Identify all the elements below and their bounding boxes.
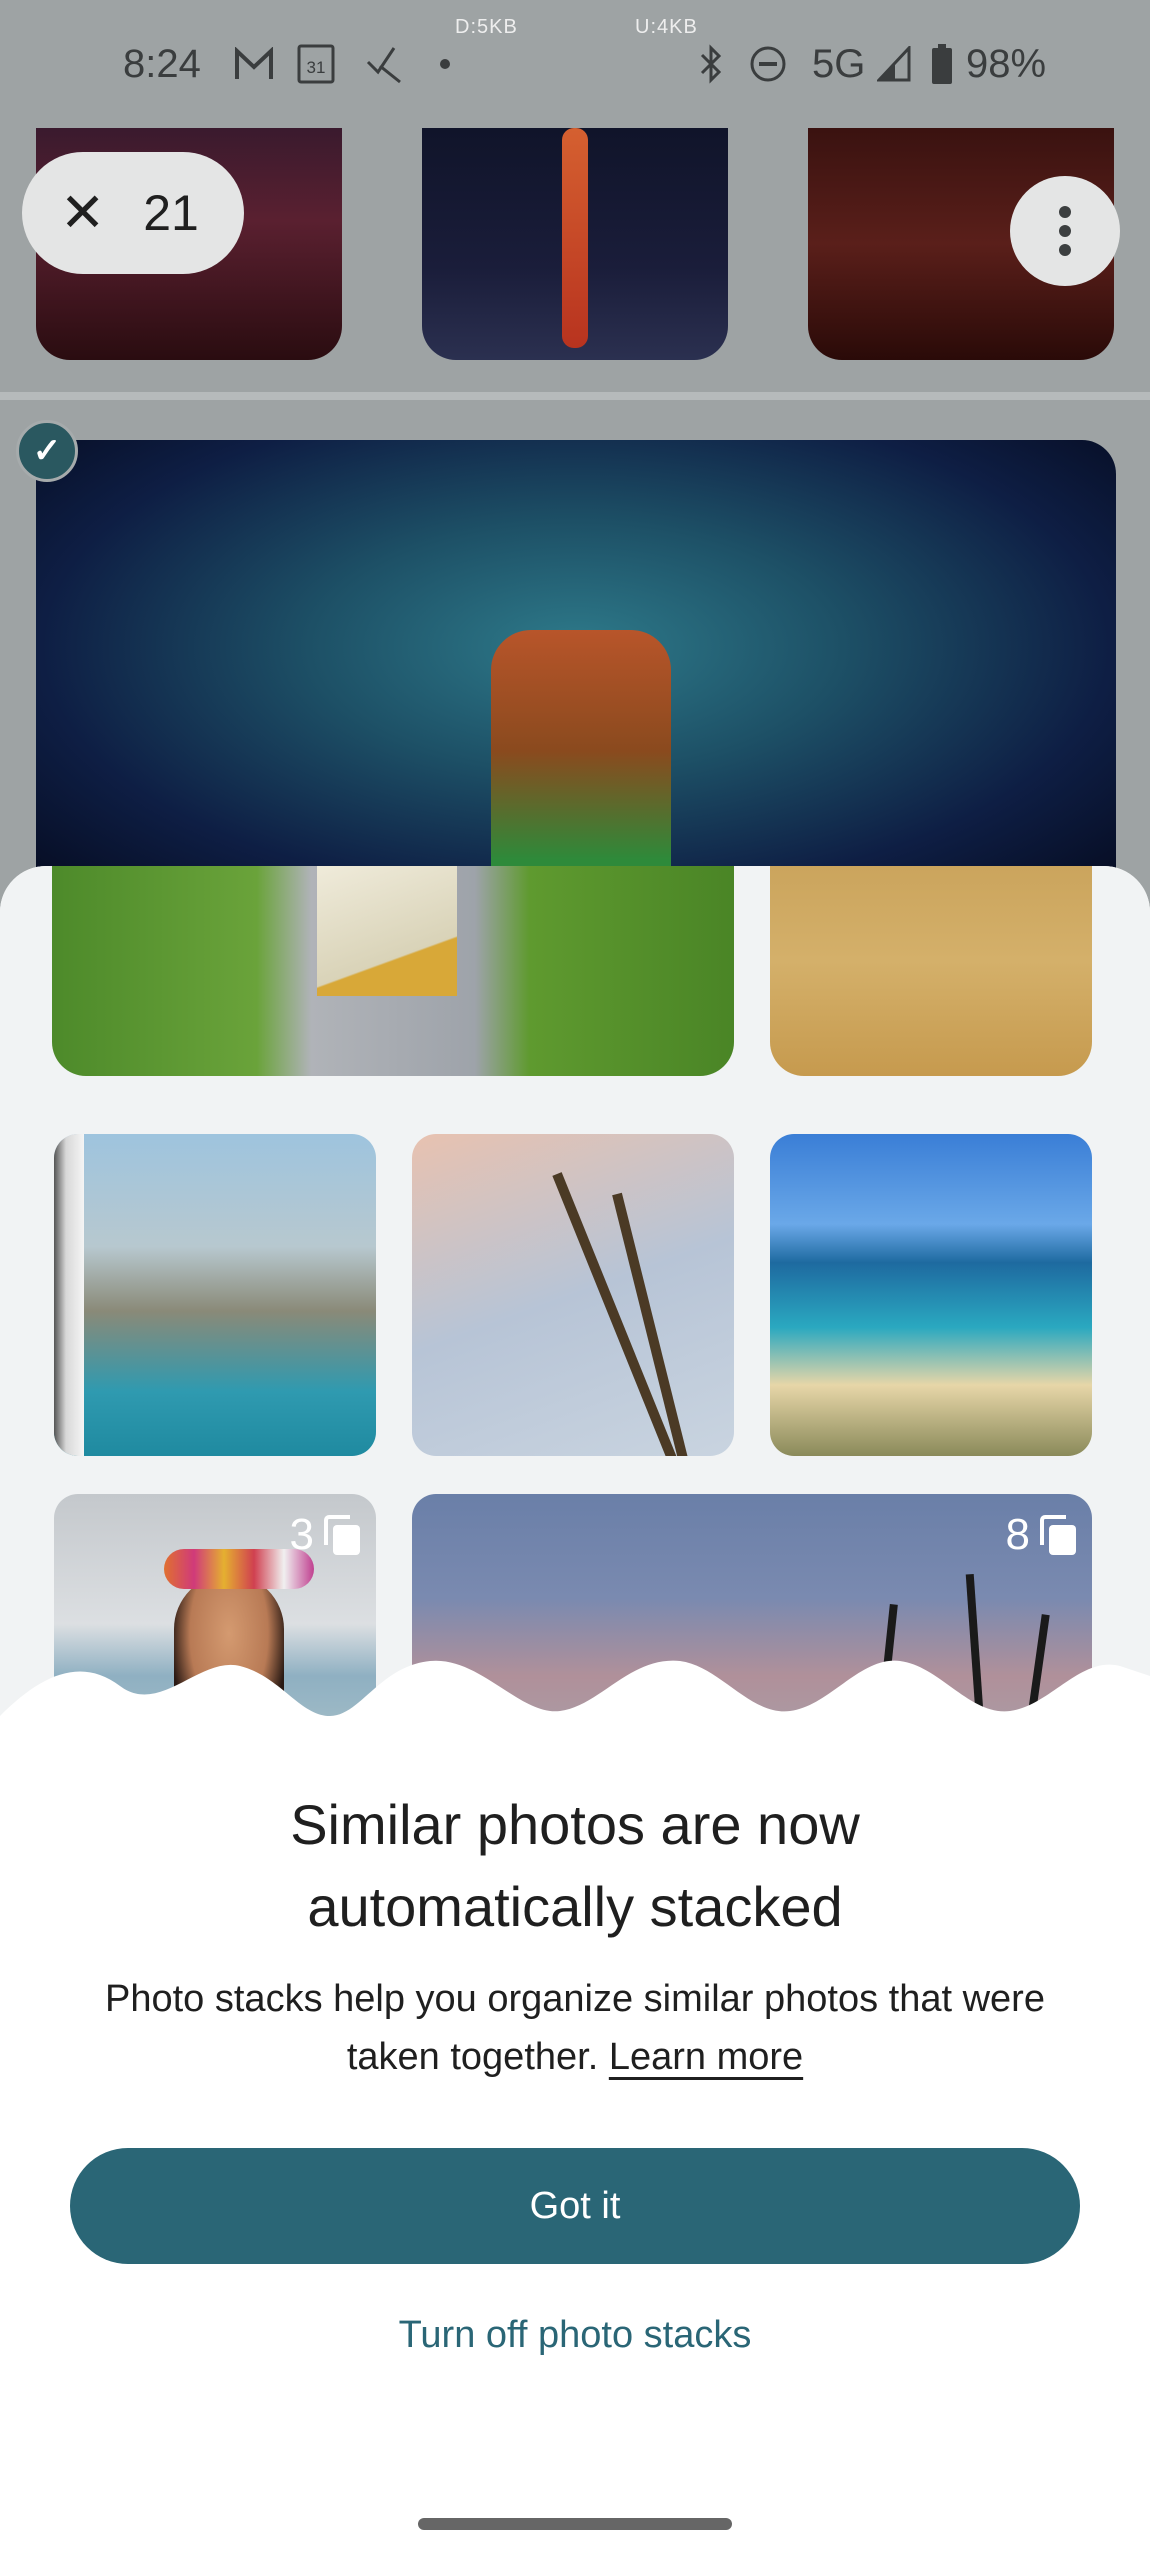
screen: ✓ D:5KB U:4KB 8:24 31 5G 98% ✕ 21 3 8 Si… [0,0,1150,2560]
photo-thumbnail-2[interactable] [422,128,728,360]
stack-icon [324,1515,360,1555]
status-bar: D:5KB U:4KB 8:24 31 5G 98% [0,0,1150,128]
stack-icon [1040,1515,1076,1555]
stack-count-badge: 8 [1006,1510,1076,1560]
battery-icon [930,44,954,84]
illustration-photo-beach [770,1134,1092,1456]
selected-count: 21 [143,185,199,241]
home-gesture-bar[interactable] [418,2518,732,2530]
notification-dot-icon [438,44,452,84]
illustration-photo-dog-ball [770,866,1092,1076]
stack-count: 3 [289,1510,314,1559]
do-not-disturb-icon [748,44,788,84]
gmail-icon [232,44,276,84]
illustration-photo-dog [52,866,734,1076]
more-options-button[interactable] [1010,176,1120,286]
dialog-title: Similar photos are now automatically sta… [0,1784,1150,1948]
network-type: 5G [812,42,866,86]
stacks-illustration: 3 8 [0,866,1150,1726]
illustration-photo-plane-window [54,1134,376,1456]
signal-icon [876,44,912,84]
dialog-body: Photo stacks help you organize similar p… [60,1970,1090,2086]
more-vert-icon-dot [1059,225,1071,237]
performer-figure [562,128,588,348]
battery-percent: 98% [966,42,1047,86]
bluetooth-icon [696,44,726,84]
calendar-icon: 31 [296,44,336,84]
stack-count: 8 [1005,1510,1030,1559]
calendar-day: 31 [307,58,326,77]
more-vert-icon-dot [1059,206,1071,218]
illustration-photo-palm-trees [412,1134,734,1456]
more-vert-icon-dot [1059,244,1071,256]
stack-count-badge: 3 [290,1510,360,1560]
selected-check-icon[interactable]: ✓ [16,420,78,482]
dialog-title-line-2: automatically stacked [307,1875,843,1938]
clock: 8:24 [123,42,201,86]
stage-element [491,630,671,900]
photo-stacks-bottom-sheet: 3 8 Similar photos are now automatically… [0,866,1150,2560]
turn-off-photo-stacks-button[interactable]: Turn off photo stacks [0,2314,1150,2357]
download-rate: D:5KB [455,16,518,38]
grid-divider [0,392,1150,400]
close-selection-button[interactable]: ✕ 21 [22,152,244,274]
dialog-body-text: Photo stacks help you organize similar p… [105,1978,1045,2078]
got-it-button[interactable]: Got it [70,2148,1080,2264]
app-bird-icon [362,44,406,84]
close-icon: ✕ [60,183,106,243]
dog-scarf [317,866,457,996]
learn-more-link[interactable]: Learn more [609,2036,803,2078]
wave-divider [0,1660,1150,1726]
photo-selected-large[interactable] [36,440,1116,900]
dialog-title-line-1: Similar photos are now [290,1793,860,1856]
upload-rate: U:4KB [635,16,698,38]
